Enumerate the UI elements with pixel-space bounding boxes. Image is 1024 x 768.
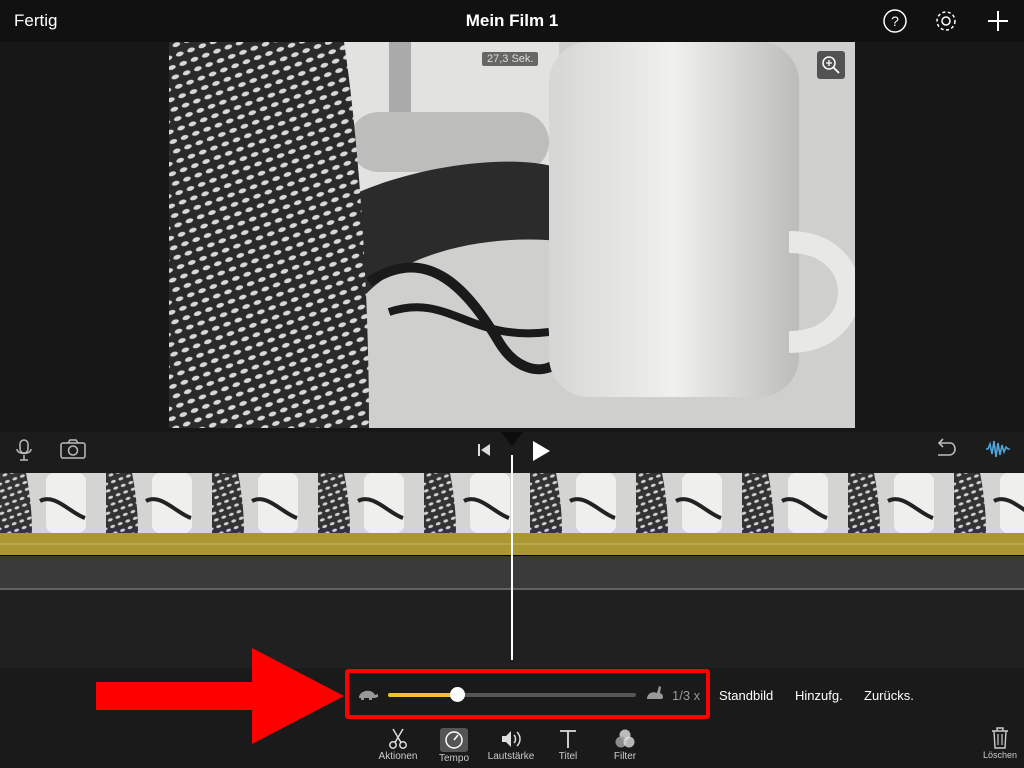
tool-label: Aktionen (378, 751, 418, 762)
camera-icon[interactable] (59, 438, 87, 465)
microphone-icon[interactable] (14, 438, 34, 467)
waveform-icon[interactable] (985, 438, 1011, 465)
tool-label: Filter (613, 751, 637, 762)
skip-to-start-icon[interactable] (476, 442, 492, 463)
plus-icon[interactable] (985, 8, 1011, 34)
tool-label: Lautstärke (487, 751, 535, 762)
zoom-in-icon[interactable] (817, 51, 845, 79)
duration-badge: 27,3 Sek. (482, 52, 539, 66)
delete-label: Löschen (982, 750, 1018, 760)
project-title: Mein Film 1 (465, 11, 559, 30)
filter-icon (597, 728, 653, 750)
delete-button[interactable]: Löschen (978, 726, 1022, 760)
speed-panel-highlight (345, 669, 710, 719)
reset-button[interactable]: Zurücks. (864, 688, 914, 703)
speaker-icon (483, 728, 539, 750)
tool-label: Titel (558, 751, 578, 762)
trash-icon (978, 726, 1022, 750)
scissors-icon (370, 728, 426, 750)
playhead[interactable] (511, 455, 513, 660)
svg-text:?: ? (891, 13, 899, 29)
freeze-frame-button[interactable]: Standbild (719, 688, 773, 703)
tool-label: Tempo (438, 753, 469, 764)
undo-icon[interactable] (934, 438, 958, 465)
playhead-marker (501, 432, 523, 446)
tool-actions[interactable]: Aktionen (370, 728, 426, 762)
gear-icon[interactable] (933, 8, 959, 34)
add-button[interactable]: Hinzufg. (795, 688, 843, 703)
tool-filter[interactable]: Filter (597, 728, 653, 762)
help-icon[interactable]: ? (882, 8, 908, 34)
tool-tempo[interactable]: Tempo (426, 728, 482, 764)
play-icon[interactable] (530, 440, 552, 467)
red-arrow-annotation (92, 642, 352, 755)
title-icon (540, 728, 596, 750)
video-preview[interactable] (169, 42, 855, 428)
speedometer-icon (426, 728, 482, 752)
tool-volume[interactable]: Lautstärke (483, 728, 539, 762)
tool-title[interactable]: Titel (540, 728, 596, 762)
